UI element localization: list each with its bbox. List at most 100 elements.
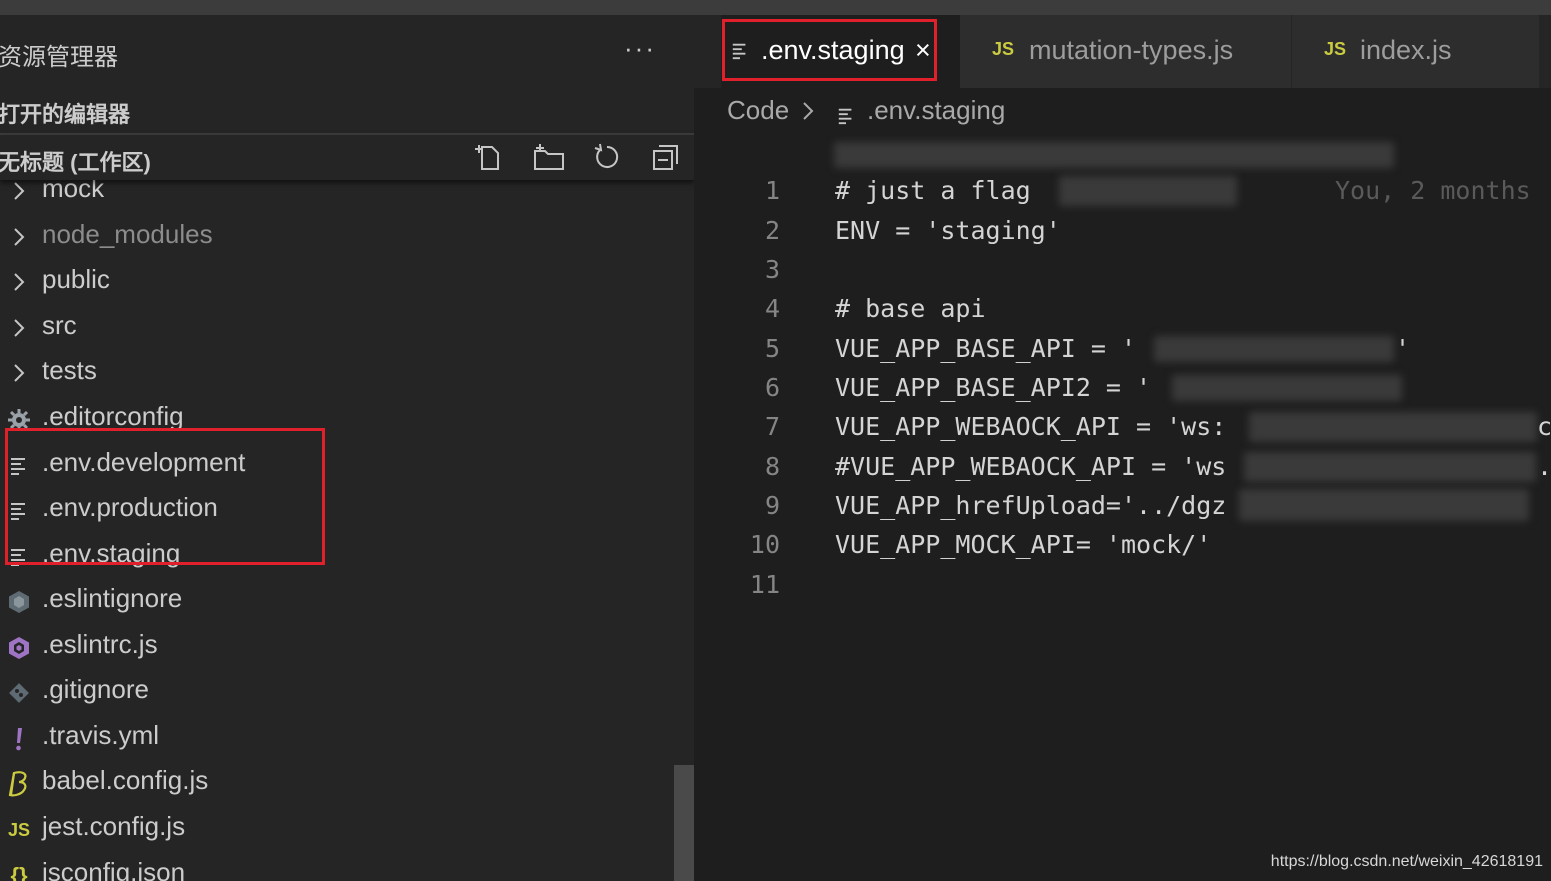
exclamation-icon (6, 726, 32, 752)
json-braces-icon: {} (10, 863, 28, 881)
code-line: 11 (694, 566, 1551, 605)
line-number: 6 (764, 373, 780, 402)
tree-item-label: .eslintignore (42, 583, 183, 613)
js-icon: JS (1324, 39, 1347, 59)
new-folder-icon[interactable] (532, 141, 564, 173)
code-line: 7 VUE_APP_WEBAOCK_API = 'ws: c (694, 408, 1551, 447)
line-text: VUE_APP_hrefUpload='../dgz (835, 491, 1227, 520)
collapse-all-icon[interactable] (650, 141, 682, 173)
tree-item-src[interactable]: src (0, 308, 680, 348)
tree-item-node-modules[interactable]: node_modules (0, 217, 680, 257)
git-blame-hint: You, 2 months (1335, 176, 1531, 205)
code-line: 8 #VUE_APP_WEBAOCK_API = 'ws . (694, 448, 1551, 487)
line-number: 9 (764, 491, 780, 520)
explorer-title: 资源管理器 (0, 44, 118, 71)
tree-item-tests[interactable]: tests (0, 353, 680, 393)
line-number: 4 (764, 294, 780, 323)
line-number: 7 (764, 412, 780, 441)
line-text: # base api (835, 294, 986, 323)
chevron-right-icon (12, 180, 26, 207)
line-text: ENV = 'staging' (835, 216, 1061, 245)
line-text: VUE_APP_MOCK_API= 'mock/' (835, 530, 1212, 559)
tree-item-label: jsconfig.json (42, 857, 186, 881)
redacted-area (1239, 489, 1529, 521)
new-file-icon[interactable] (474, 141, 506, 173)
chevron-right-icon (12, 226, 26, 253)
code-line: 9 VUE_APP_hrefUpload='../dgz (694, 487, 1551, 526)
sidebar-scrollbar[interactable] (674, 765, 694, 881)
lines-file-icon (837, 101, 855, 132)
redacted-area (1172, 375, 1402, 401)
open-editors-section[interactable]: 打开的编辑器 (0, 97, 130, 129)
tree-item-label: jest.config.js (42, 811, 186, 841)
js-icon: JS (992, 39, 1015, 59)
line-number: 10 (749, 530, 780, 559)
chevron-right-icon (12, 317, 26, 344)
git-icon (6, 680, 32, 706)
line-number: 2 (764, 216, 780, 245)
tree-item-public[interactable]: public (0, 262, 680, 302)
tab-label: index.js (1360, 35, 1452, 65)
tree-item-label: src (42, 310, 77, 340)
code-line: 3 (694, 251, 1551, 290)
line-text: #VUE_APP_WEBAOCK_API = 'ws (835, 452, 1227, 481)
tree-item-label: .travis.yml (42, 720, 159, 750)
redacted-area (1249, 412, 1537, 442)
code-line: 2 ENV = 'staging' (694, 212, 1551, 251)
breadcrumb-root[interactable]: Code (727, 95, 789, 126)
highlight-box-env-files (5, 428, 325, 565)
refresh-icon[interactable] (591, 141, 623, 173)
line-text: VUE_APP_BASE_API = ' (835, 334, 1137, 363)
tab-index[interactable]: JS index.js (1292, 15, 1540, 88)
tree-item-label: .gitignore (42, 674, 149, 704)
more-actions-icon[interactable]: ··· (624, 33, 656, 64)
tree-item-travis[interactable]: .travis.yml (0, 718, 680, 758)
tab-label: mutation-types.js (1029, 35, 1234, 65)
line-tail: . (1537, 452, 1551, 481)
line-text: VUE_APP_WEBAOCK_API = 'ws: (835, 412, 1227, 441)
js-icon: JS (7, 819, 31, 840)
tree-item-label: tests (42, 355, 97, 385)
babel-icon (6, 771, 32, 797)
tree-item-label: public (42, 264, 110, 294)
chevron-right-icon (12, 362, 26, 389)
tree-item-eslintignore[interactable]: .eslintignore (0, 581, 680, 621)
chevron-right-icon (801, 99, 815, 130)
code-line: 4 # base api (694, 290, 1551, 329)
redacted-area (1244, 452, 1536, 482)
breadcrumb-file[interactable]: .env.staging (867, 95, 1005, 126)
highlight-box-active-tab (722, 19, 937, 81)
tree-item-babel-config[interactable]: babel.config.js (0, 763, 680, 803)
codelens-redacted (834, 142, 1394, 168)
tree-item-label: .eslintrc.js (42, 629, 158, 659)
redacted-area (1059, 176, 1237, 206)
line-number: 8 (764, 452, 780, 481)
tree-item-label: babel.config.js (42, 765, 209, 795)
workspace-header[interactable]: 无标题 (工作区) (0, 135, 694, 180)
tree-item-eslintrc[interactable]: .eslintrc.js (0, 627, 680, 667)
watermark: https://blog.csdn.net/weixin_42618191 (1270, 853, 1543, 870)
workspace-title: 无标题 (工作区) (0, 150, 151, 175)
eslint-gray-icon (6, 589, 32, 615)
line-tail: c (1537, 412, 1551, 441)
eslint-icon (6, 635, 32, 661)
code-editor[interactable]: 1 # just a flag You, 2 months 2 ENV = 's… (694, 140, 1551, 881)
tree-item-label: node_modules (42, 219, 213, 249)
tab-mutation-types[interactable]: JS mutation-types.js (960, 15, 1292, 88)
code-line: 5 VUE_APP_BASE_API = ' ' (694, 330, 1551, 369)
line-number: 1 (764, 176, 780, 205)
line-text: # just a flag (835, 176, 1031, 205)
line-tail: ' (1395, 334, 1411, 363)
line-text: VUE_APP_BASE_API2 = ' (835, 373, 1152, 402)
redacted-area (1154, 336, 1394, 362)
line-number: 3 (764, 255, 780, 284)
line-number: 5 (764, 334, 780, 363)
code-line: 6 VUE_APP_BASE_API2 = ' (694, 369, 1551, 408)
line-number: 11 (749, 570, 780, 599)
tree-item-gitignore[interactable]: .gitignore (0, 672, 680, 712)
code-line: 10 VUE_APP_MOCK_API= 'mock/' (694, 526, 1551, 565)
tree-item-jsconfig[interactable]: {} jsconfig.json (0, 855, 680, 881)
tree-item-jest-config[interactable]: JS jest.config.js (0, 809, 680, 849)
chevron-right-icon (12, 271, 26, 298)
title-bar-strip (0, 0, 1551, 15)
